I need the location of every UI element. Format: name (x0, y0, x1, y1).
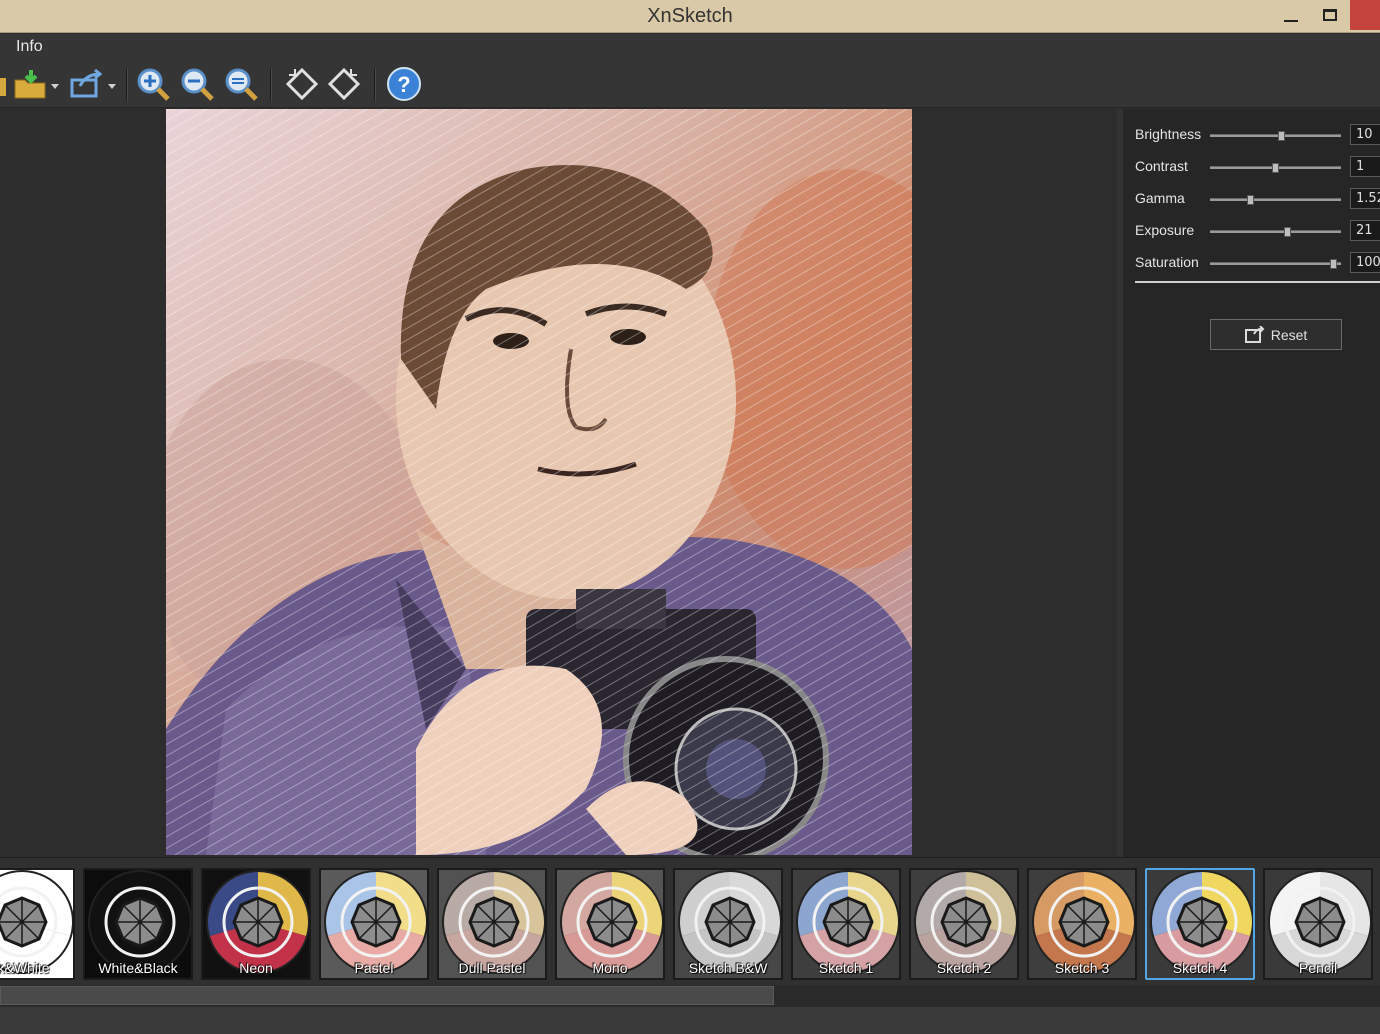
exposure-slider-row: Exposure 21 (1135, 220, 1380, 242)
preset-1[interactable]: White&Black (83, 868, 193, 980)
maximize-icon (1323, 9, 1337, 21)
image-canvas[interactable] (0, 109, 1117, 857)
menu-bar: Info (0, 34, 1380, 60)
toolbar-separator (270, 68, 272, 102)
sketch-preview-image (166, 109, 912, 855)
preset-label: Dull Pastel (458, 960, 526, 976)
zoom-out-icon (181, 68, 214, 101)
preset-4[interactable]: Dull Pastel (437, 868, 547, 980)
title-bar: XnSketch (0, 0, 1380, 33)
exposure-label: Exposure (1135, 222, 1195, 238)
saturation-value-field[interactable]: 100 (1350, 252, 1380, 273)
preset-strip: ck&White White&Black Neon Pastel Dull Pastel… (0, 857, 1380, 987)
zoom-out-button[interactable] (178, 66, 218, 102)
gamma-slider[interactable] (1210, 195, 1341, 205)
preset-scrollbar[interactable] (0, 985, 1380, 1007)
rotate-right-button[interactable] (324, 66, 364, 102)
open-folder-button[interactable] (0, 66, 8, 102)
rotate-left-button[interactable] (282, 66, 322, 102)
toolbar-separator (374, 68, 376, 102)
panel-divider-line (1135, 281, 1380, 283)
import-button[interactable] (12, 66, 60, 102)
saturation-slider-row: Saturation 100 (1135, 252, 1380, 274)
preset-label: Pencil (1298, 960, 1338, 976)
contrast-label: Contrast (1135, 158, 1188, 174)
brightness-label: Brightness (1135, 126, 1202, 142)
contrast-slider[interactable] (1210, 163, 1341, 173)
preset-5[interactable]: Mono (555, 868, 665, 980)
gamma-label: Gamma (1135, 190, 1185, 206)
preset-11[interactable]: Pencil (1263, 868, 1373, 980)
open-folder-icon (0, 78, 6, 96)
toolbar: ? (0, 60, 1380, 108)
preset-7[interactable]: Sketch 1 (791, 868, 901, 980)
import-caret-icon (51, 83, 59, 89)
preset-6[interactable]: Sketch B&W (673, 868, 783, 980)
import-icon (14, 70, 46, 99)
exposure-value-field[interactable]: 21 (1350, 220, 1380, 241)
export-button[interactable] (68, 66, 118, 102)
saturation-slider[interactable] (1210, 259, 1341, 269)
zoom-in-button[interactable] (134, 66, 174, 102)
brightness-slider-row: Brightness 10 (1135, 124, 1380, 146)
close-button[interactable] (1350, 0, 1380, 30)
exposure-slider-thumb[interactable] (1284, 227, 1291, 237)
zoom-in-icon (137, 68, 170, 101)
saturation-label: Saturation (1135, 254, 1199, 270)
preset-label: Sketch 4 (1172, 960, 1228, 976)
gamma-slider-thumb[interactable] (1247, 195, 1254, 205)
brightness-slider[interactable] (1210, 131, 1341, 141)
status-bar (0, 1007, 1380, 1034)
export-caret-icon (108, 83, 116, 89)
maximize-button[interactable] (1312, 0, 1348, 30)
brightness-slider-thumb[interactable] (1278, 131, 1285, 141)
reset-label: Reset (1270, 326, 1308, 343)
reset-button[interactable]: Reset (1210, 319, 1342, 350)
preset-label: ck&White (0, 960, 50, 976)
contrast-slider-thumb[interactable] (1272, 163, 1279, 173)
zoom-fit-icon (225, 68, 258, 101)
saturation-slider-thumb[interactable] (1330, 259, 1337, 269)
preset-label: Mono (592, 960, 628, 976)
contrast-value-field[interactable]: 1 (1350, 156, 1380, 177)
gamma-value-field[interactable]: 1.52 (1350, 188, 1380, 209)
toolbar-separator (126, 68, 128, 102)
gamma-slider-row: Gamma 1.52 (1135, 188, 1380, 210)
menu-info[interactable]: Info (16, 38, 43, 56)
contrast-slider-row: Contrast 1 (1135, 156, 1380, 178)
minimize-button[interactable] (1273, 0, 1309, 30)
window-title: XnSketch (647, 5, 733, 27)
preset-label: Sketch 1 (818, 960, 874, 976)
preset-label: Neon (239, 960, 273, 976)
preset-label: Sketch 2 (936, 960, 992, 976)
adjustments-panel: Brightness 10 Contrast 1 Gamma 1.52 Expo… (1123, 109, 1380, 857)
reset-icon (1244, 325, 1265, 343)
rotate-left-icon (285, 67, 319, 101)
help-button[interactable]: ? (384, 66, 424, 102)
preset-label: Sketch 3 (1054, 960, 1110, 976)
help-icon: ? (387, 67, 421, 101)
preset-label: Sketch B&W (688, 960, 768, 976)
preset-label: White&Black (98, 960, 178, 976)
preset-label: Pastel (354, 960, 394, 976)
preset-scrollbar-thumb[interactable] (0, 986, 774, 1005)
preset-3[interactable]: Pastel (319, 868, 429, 980)
export-icon (70, 68, 103, 98)
preset-2[interactable]: Neon (201, 868, 311, 980)
minimize-icon (1284, 20, 1298, 22)
preset-8[interactable]: Sketch 2 (909, 868, 1019, 980)
preset-0[interactable]: ck&White (0, 868, 75, 980)
rotate-right-icon (327, 67, 361, 101)
preset-10[interactable]: Sketch 4 (1145, 868, 1255, 980)
brightness-value-field[interactable]: 10 (1350, 124, 1380, 145)
zoom-fit-button[interactable] (222, 66, 262, 102)
exposure-slider[interactable] (1210, 227, 1341, 237)
preset-9[interactable]: Sketch 3 (1027, 868, 1137, 980)
svg-text:?: ? (397, 72, 410, 97)
